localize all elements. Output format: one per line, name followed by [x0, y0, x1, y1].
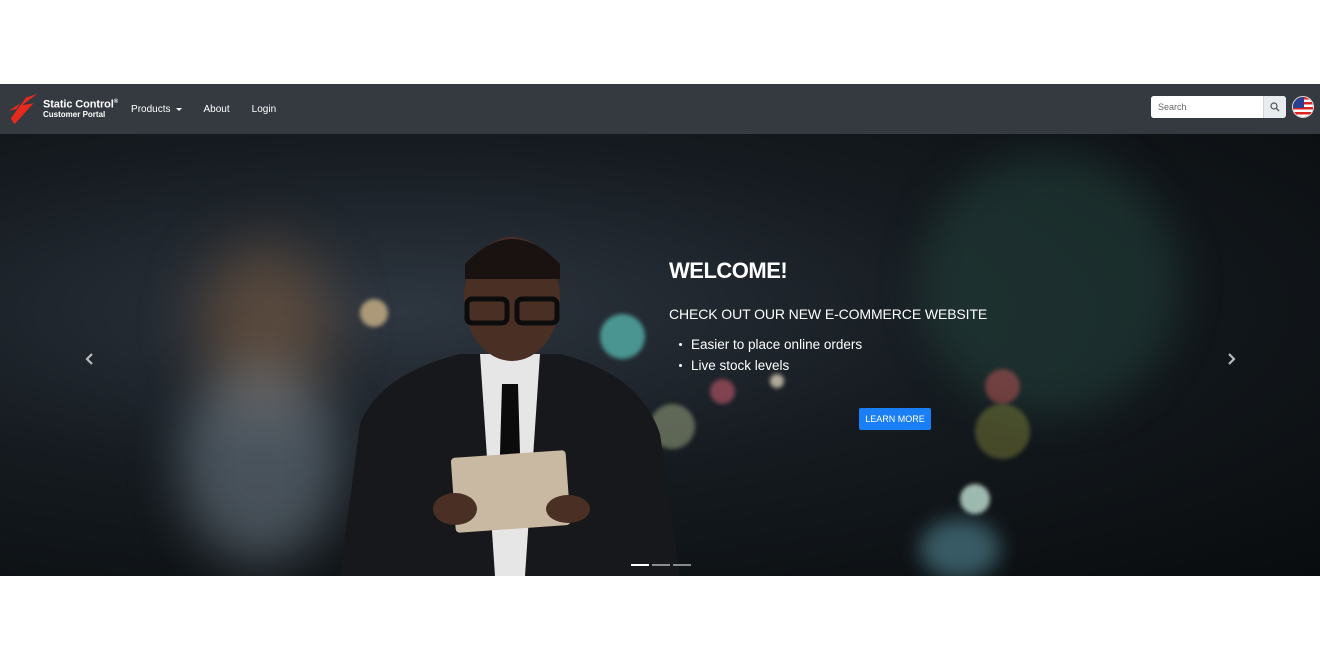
- navbar: Static Control® Customer Portal Products…: [0, 84, 1320, 134]
- bokeh-light: [985, 369, 1020, 404]
- static-control-logo-icon: [8, 93, 38, 125]
- search-button[interactable]: [1263, 96, 1286, 118]
- caption-title: WELCOME!: [669, 258, 788, 283]
- brand-logo-link[interactable]: Static Control® Customer Portal: [5, 90, 118, 128]
- search-input[interactable]: [1151, 96, 1263, 118]
- bokeh-light: [770, 374, 784, 388]
- hero-person-image: [340, 237, 680, 576]
- caption-bullet: Easier to place online orders: [679, 334, 987, 355]
- magnifier-icon: [1270, 102, 1280, 112]
- bokeh-light: [960, 484, 990, 514]
- nav-about-link[interactable]: About: [204, 104, 230, 115]
- hero-carousel: WELCOME! CHECK OUT OUR NEW E-COMMERCE WE…: [0, 134, 1320, 576]
- caret-down-icon: [175, 107, 182, 111]
- chevron-left-icon: [85, 353, 93, 365]
- carousel-indicator-2[interactable]: [652, 564, 670, 566]
- page-top-margin: [0, 0, 1320, 84]
- carousel-indicator-1[interactable]: [631, 564, 649, 566]
- bokeh-light: [180, 364, 340, 564]
- us-flag-icon[interactable]: [1292, 96, 1314, 118]
- carousel-next-button[interactable]: [1221, 349, 1241, 369]
- carousel-prev-button[interactable]: [80, 349, 100, 369]
- chevron-right-icon: [1228, 353, 1236, 365]
- brand-name: Static Control®: [43, 98, 119, 111]
- carousel-caption: WELCOME! CHECK OUT OUR NEW E-COMMERCE WE…: [669, 258, 987, 376]
- caption-bullet-list: Easier to place online orders Live stock…: [679, 334, 987, 376]
- caption-subtitle: CHECK OUT OUR NEW E-COMMERCE WEBSITE: [669, 306, 988, 322]
- bokeh-light: [975, 404, 1030, 459]
- caption-bullet: Live stock levels: [679, 355, 987, 376]
- nav-products-dropdown[interactable]: Products: [131, 103, 182, 115]
- brand-subtitle: Customer Portal: [43, 110, 106, 120]
- search-group: [1151, 96, 1286, 118]
- nav-login-link[interactable]: Login: [252, 104, 276, 115]
- bokeh-light: [710, 379, 735, 404]
- bokeh-light: [920, 519, 1000, 576]
- nav-products-label: Products: [131, 103, 171, 115]
- carousel-indicators: [631, 564, 691, 566]
- learn-more-button[interactable]: LEARN MORE: [859, 408, 931, 430]
- carousel-indicator-3[interactable]: [673, 564, 691, 566]
